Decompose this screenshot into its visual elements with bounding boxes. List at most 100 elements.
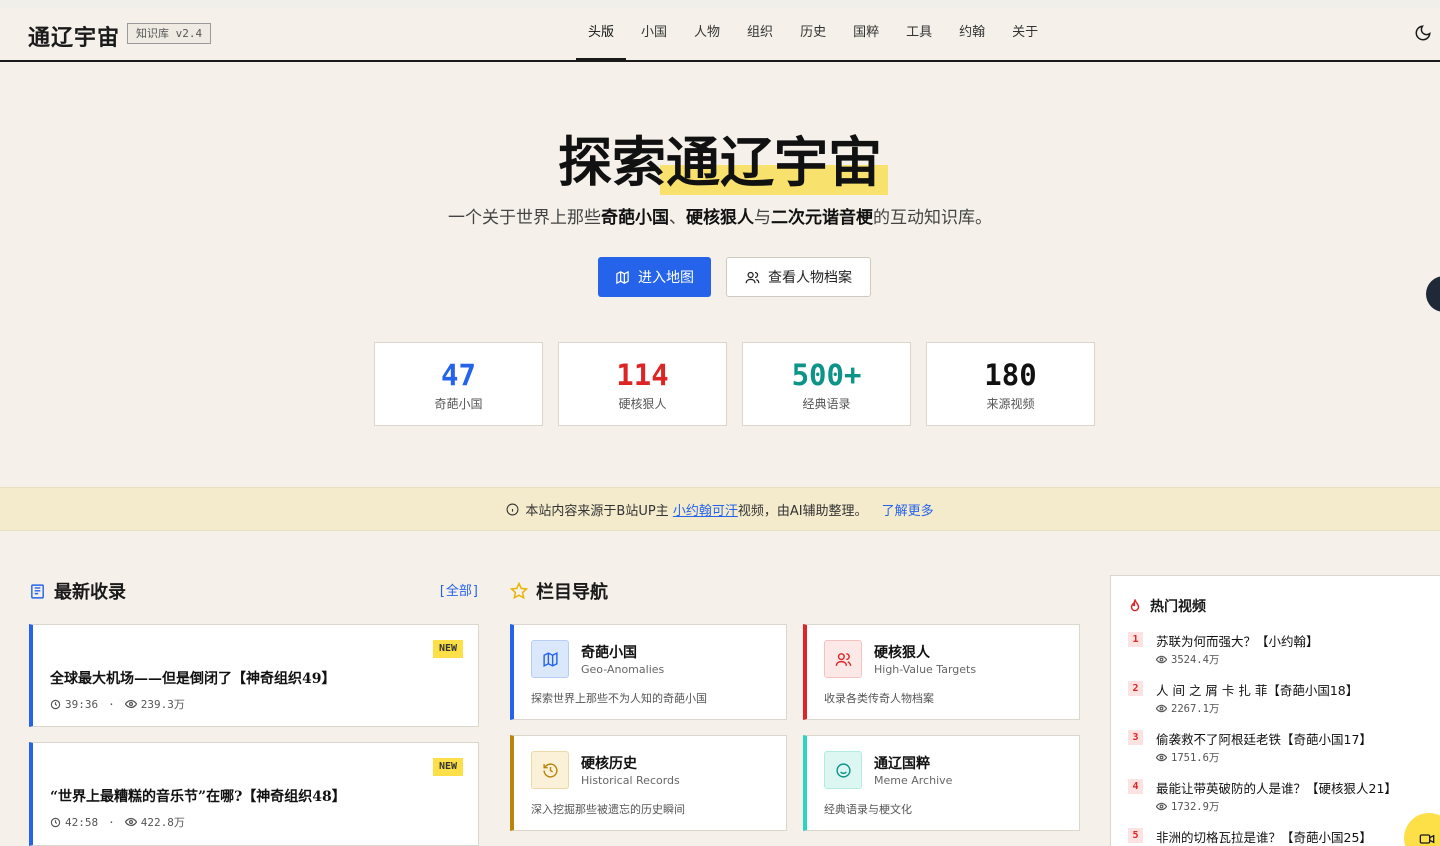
hot-rank: 4 [1128, 779, 1143, 794]
view-count: 1751.6万 [1171, 752, 1220, 764]
hot-rank: 3 [1128, 730, 1143, 745]
view-count: 1732.9万 [1171, 801, 1220, 813]
eye-icon [124, 817, 137, 827]
main-nav: 头版 小国 人物 组织 历史 国粹 工具 约翰 关于 [576, 8, 1053, 60]
sections-title: 栏目导航 [536, 582, 608, 603]
eye-icon [1156, 753, 1167, 762]
hot-video-views: 1732.9万 [1156, 799, 1219, 814]
hot-videos-title: 热门视频 [1150, 599, 1206, 615]
latest-card-title: 全球最大机场——但是倒闭了【神奇组织49】 [50, 671, 336, 687]
section-card-title: 奇葩小国 [581, 645, 637, 661]
hero-title-highlight: 通辽宇宙 [660, 118, 888, 197]
site-header: 通辽宇宙 知识库 v2.4 头版 小国 人物 组织 历史 国粹 工具 约翰 关于 [0, 8, 1440, 62]
learn-more-link[interactable]: 了解更多 [882, 500, 934, 519]
view-all-link[interactable]: [全部] [438, 580, 480, 599]
section-card-desc: 深入挖掘那些被遗忘的历史瞬间 [531, 803, 685, 816]
section-card-history[interactable]: 硬核历史 Historical Records 深入挖掘那些被遗忘的历史瞬间 [510, 735, 787, 831]
enter-map-button[interactable]: 进入地图 [598, 257, 711, 297]
stat-label: 硬核狠人 [618, 397, 667, 411]
latest-card-title: “世界上最糟糕的音乐节”在哪?【神奇组织48】 [50, 789, 346, 805]
eye-icon [1156, 802, 1167, 811]
hot-video-views: 2267.1万 [1156, 701, 1219, 716]
view-profiles-label: 查看人物档案 [768, 270, 852, 286]
nav-item-people[interactable]: 人物 [682, 8, 732, 60]
notice-text: 本站内容来源于B站UP主 小约翰可汗视频，由AI辅助整理。 [525, 500, 867, 519]
hot-video-views: 1751.6万 [1156, 750, 1219, 765]
latest-heading: 最新收录 [29, 578, 126, 604]
section-card-countries[interactable]: 奇葩小国 Geo-Anomalies 探索世界上那些不为人知的奇葩小国 [510, 624, 787, 720]
stat-quotes: 500+ 经典语录 [742, 342, 911, 426]
history-icon [531, 751, 569, 789]
stat-people: 114 硬核狠人 [558, 342, 727, 426]
hot-video-views: 3524.4万 [1156, 652, 1219, 667]
hero-title: 探索通辽宇宙 [0, 118, 1440, 197]
hot-rank: 1 [1128, 632, 1143, 647]
subtitle-bold: 奇葩小国 [601, 208, 669, 228]
sections-heading: 栏目导航 [510, 578, 608, 604]
info-icon [506, 503, 519, 515]
version-badge: 知识库 v2.4 [127, 23, 212, 44]
section-card-subtitle: High-Value Targets [874, 663, 977, 676]
stat-label: 奇葩小国 [434, 397, 483, 411]
nav-item-about[interactable]: 关于 [1000, 8, 1050, 60]
stat-value: 47 [441, 358, 476, 392]
subtitle-text: 的互动知识库。 [873, 208, 992, 228]
flame-icon [1130, 599, 1140, 612]
section-card-subtitle: Geo-Anomalies [581, 663, 665, 676]
map-icon [616, 270, 629, 284]
section-card-desc: 收录各类传奇人物档案 [824, 692, 934, 705]
section-card-people[interactable]: 硬核狠人 High-Value Targets 收录各类传奇人物档案 [803, 624, 1080, 720]
latest-card[interactable]: NEW “世界上最糟糕的音乐节”在哪?【神奇组织48】 42:58 · 422.… [29, 742, 479, 846]
subtitle-text: 与 [754, 208, 771, 228]
eye-icon [1156, 704, 1167, 713]
section-card-desc: 经典语录与梗文化 [824, 803, 912, 816]
new-badge: NEW [432, 640, 463, 658]
nav-item-memes[interactable]: 国粹 [841, 8, 891, 60]
users-icon [824, 640, 862, 678]
latest-card-meta: 39:36 · 239.3万 [50, 696, 185, 712]
view-count: 239.3万 [140, 698, 185, 711]
nav-item-headline[interactable]: 头版 [576, 8, 627, 60]
hero-title-plain: 探索 [558, 130, 666, 194]
eye-icon [1156, 655, 1167, 664]
view-profiles-button[interactable]: 查看人物档案 [726, 257, 871, 297]
new-badge: NEW [432, 758, 463, 776]
view-count: 2267.1万 [1171, 703, 1220, 715]
moon-icon[interactable] [1414, 24, 1434, 44]
meta-separator: · [108, 697, 115, 711]
side-panel-handle[interactable] [1426, 276, 1440, 312]
video-icon [1419, 834, 1435, 844]
subtitle-text: 一个关于世界上那些 [448, 208, 601, 228]
users-icon [745, 271, 760, 283]
hot-video-title: 人 间 之 屑 卡 扎 菲【奇葩小国18】 [1156, 683, 1359, 698]
nav-item-tools[interactable]: 工具 [894, 8, 944, 60]
subtitle-text: 、 [669, 208, 686, 228]
subtitle-bold: 硬核狠人 [686, 208, 754, 228]
notice-text-part: 视频，由AI辅助整理。 [737, 503, 868, 519]
browser-top-strip [0, 0, 1440, 8]
section-card-title: 硬核历史 [581, 756, 637, 772]
enter-map-label: 进入地图 [638, 270, 694, 286]
section-card-title: 硬核狠人 [874, 645, 930, 661]
site-brand[interactable]: 通辽宇宙 [28, 20, 120, 52]
stat-value: 180 [984, 358, 1037, 392]
section-card-subtitle: Meme Archive [874, 774, 953, 787]
clock-icon [50, 699, 61, 709]
nav-item-organizations[interactable]: 组织 [735, 8, 785, 60]
nav-item-history[interactable]: 历史 [788, 8, 838, 60]
stat-label: 经典语录 [802, 397, 851, 411]
latest-title: 最新收录 [54, 582, 126, 603]
stat-value: 500+ [791, 358, 862, 392]
star-icon [510, 582, 528, 600]
up-owner-link[interactable]: 小约翰可汗 [673, 504, 738, 519]
latest-card-meta: 42:58 · 422.8万 [50, 814, 185, 830]
view-count: 3524.4万 [1171, 654, 1220, 666]
stat-countries: 47 奇葩小国 [374, 342, 543, 426]
section-card-memes[interactable]: 通辽国粹 Meme Archive 经典语录与梗文化 [803, 735, 1080, 831]
duration: 39:36 [65, 697, 99, 711]
hot-rank: 2 [1128, 681, 1143, 696]
latest-card[interactable]: NEW 全球最大机场——但是倒闭了【神奇组织49】 39:36 · 239.3万 [29, 624, 479, 727]
nav-item-countries[interactable]: 小国 [629, 8, 679, 60]
nav-item-john[interactable]: 约翰 [947, 8, 997, 60]
hero-subtitle: 一个关于世界上那些奇葩小国、硬核狠人与二次元谐音梗的互动知识库。 [0, 203, 1440, 228]
